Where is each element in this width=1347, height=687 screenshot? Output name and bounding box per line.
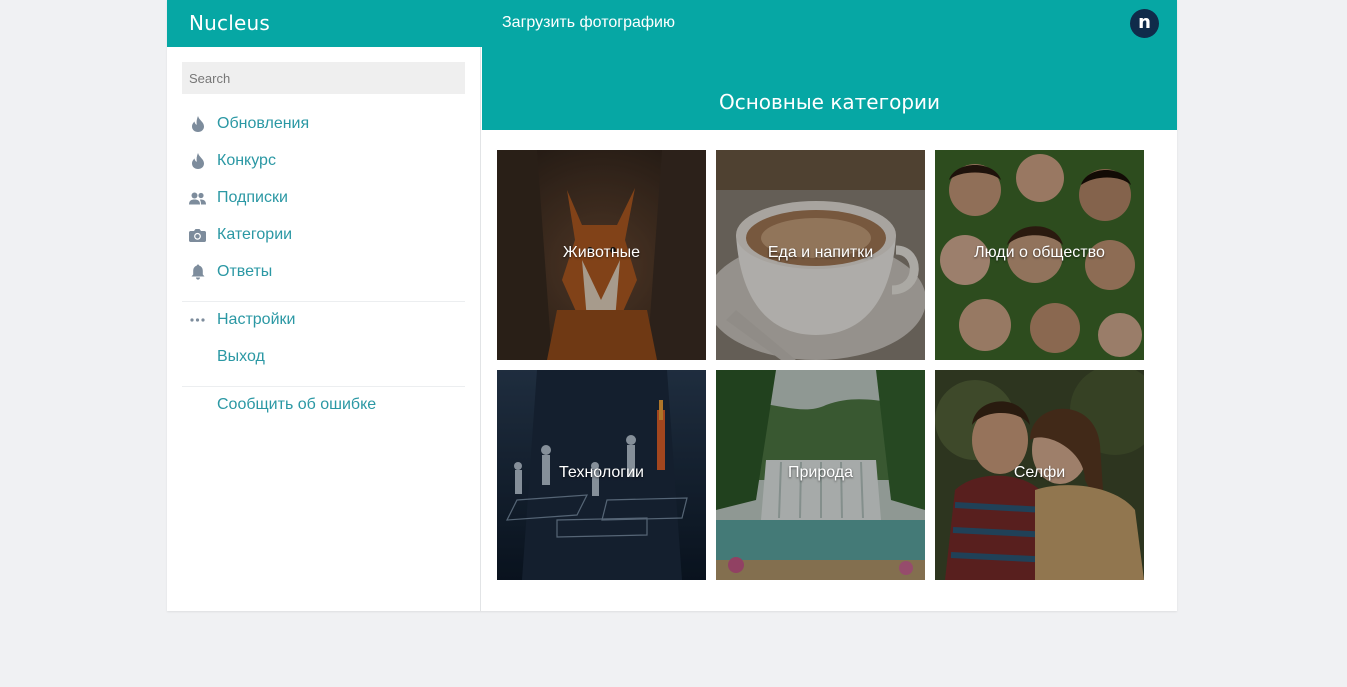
app-window: Nucleus Загрузить фотографию n Обновлени… bbox=[167, 0, 1177, 611]
brand-logo[interactable]: Nucleus bbox=[189, 11, 270, 35]
sidebar-item-label: Подписки bbox=[217, 189, 288, 206]
dots-icon bbox=[189, 312, 206, 329]
category-tile-animals[interactable]: Животные bbox=[497, 150, 706, 360]
sidebar-item-label: Обновления bbox=[217, 115, 310, 132]
category-label: Технологии bbox=[559, 464, 644, 481]
sidebar-item-updates[interactable]: Обновления bbox=[189, 113, 309, 135]
category-label: Селфи bbox=[1013, 464, 1066, 481]
users-icon bbox=[189, 190, 206, 207]
category-tile-food[interactable]: Еда и напитки bbox=[716, 150, 925, 360]
camera-icon bbox=[189, 227, 206, 244]
sidebar-divider bbox=[182, 301, 465, 302]
sidebar-item-contest[interactable]: Конкурс bbox=[189, 150, 276, 172]
sidebar-item-categories[interactable]: Категории bbox=[189, 224, 292, 246]
categories-header: Основные категории bbox=[482, 47, 1177, 130]
report-bug-label: Сообщить об ошибке bbox=[217, 396, 377, 413]
sidebar-item-settings[interactable]: Настройки bbox=[189, 309, 295, 331]
sidebar-item-label: Выход bbox=[217, 348, 265, 365]
sidebar-item-label: Ответы bbox=[217, 263, 273, 280]
category-label: Люди о общество bbox=[974, 244, 1105, 261]
category-tile-selfie[interactable]: Селфи bbox=[935, 370, 1144, 580]
bell-icon bbox=[189, 264, 206, 281]
category-label: Животные bbox=[562, 244, 641, 261]
sidebar-item-logout[interactable]: Выход bbox=[189, 346, 265, 368]
search-input[interactable] bbox=[182, 62, 465, 94]
main-content: Основные категории Животные Еда и напитк… bbox=[482, 47, 1177, 611]
report-bug-link[interactable]: Сообщить об ошибке bbox=[189, 394, 376, 416]
sidebar-item-subscriptions[interactable]: Подписки bbox=[189, 187, 288, 209]
sidebar-item-label: Конкурс bbox=[217, 152, 276, 169]
sidebar: Обновления Конкурс Подписки Категории От… bbox=[167, 47, 481, 611]
category-tile-nature[interactable]: Природа bbox=[716, 370, 925, 580]
upload-photo-link[interactable]: Загрузить фотографию bbox=[502, 14, 675, 32]
avatar[interactable]: n bbox=[1130, 9, 1159, 38]
top-bar: Nucleus Загрузить фотографию n bbox=[167, 0, 1177, 47]
flame-icon bbox=[189, 116, 206, 133]
sidebar-item-answers[interactable]: Ответы bbox=[189, 261, 272, 283]
category-tile-technology[interactable]: Технологии bbox=[497, 370, 706, 580]
category-label: Природа bbox=[787, 464, 853, 481]
category-tile-people[interactable]: Люди о общество bbox=[935, 150, 1144, 360]
page-title: Основные категории bbox=[718, 90, 941, 114]
category-label: Еда и напитки bbox=[767, 244, 874, 261]
sidebar-item-label: Настройки bbox=[217, 311, 296, 328]
flame-icon bbox=[189, 153, 206, 170]
sidebar-item-label: Категории bbox=[217, 226, 293, 243]
sidebar-divider bbox=[182, 386, 465, 387]
